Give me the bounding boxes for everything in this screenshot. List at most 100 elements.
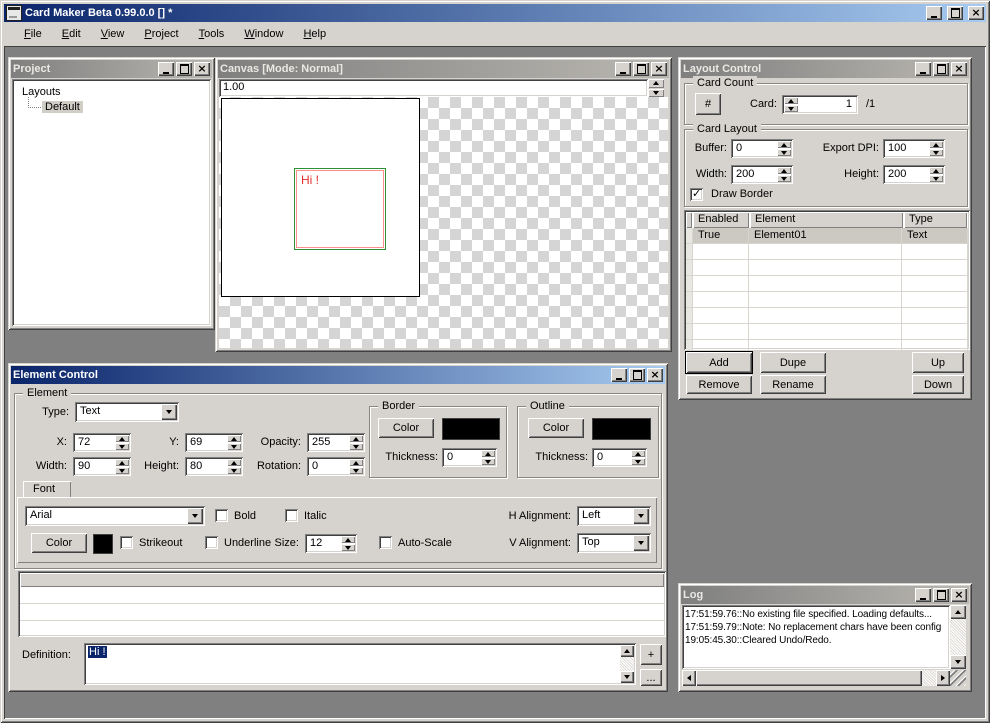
close-button[interactable]: × [951,588,967,602]
dupe-button[interactable]: Dupe [760,352,826,373]
spin-down-button[interactable] [349,467,363,474]
outline-color-swatch[interactable] [592,418,651,440]
auto-scale-checkbox[interactable] [379,536,392,549]
log-vertical-scrollbar[interactable] [950,605,966,669]
definition-listview[interactable] [18,571,666,637]
add-button[interactable]: Add [686,352,752,373]
up-button[interactable]: Up [912,352,964,373]
rotation-spinner[interactable]: 0 [307,457,365,476]
italic-checkbox[interactable] [285,509,298,522]
x-spinner[interactable]: 72 [73,433,131,452]
spin-up-button[interactable] [227,459,241,466]
maximize-button[interactable] [933,588,949,602]
definition-scrollbar[interactable] [620,645,634,683]
strikeout-checkbox[interactable] [120,536,133,549]
definition-add-button[interactable]: + [640,644,662,665]
spin-up-button[interactable] [349,435,363,442]
dropdown-arrow-icon[interactable] [187,508,203,524]
spin-down-button[interactable] [227,443,241,450]
remove-button[interactable]: Remove [686,375,752,394]
grid-header-type[interactable]: Type [904,212,967,228]
spin-up-button[interactable] [227,435,241,442]
spin-up-button[interactable] [777,167,791,174]
definition-more-button[interactable]: ... [640,669,662,686]
zoom-input[interactable]: 1.00 [219,79,648,97]
outline-color-button[interactable]: Color [528,418,584,438]
project-titlebar[interactable]: Project × [11,60,212,78]
spin-up-button[interactable] [929,167,943,174]
maximize-button[interactable] [633,62,649,76]
spin-up-button[interactable] [784,97,798,104]
spin-up-button[interactable] [341,536,355,543]
card-width-spinner[interactable]: 200 [731,165,793,184]
spin-down-button[interactable] [349,443,363,450]
scroll-up-button[interactable] [950,605,966,619]
menu-window[interactable]: Window [234,25,293,43]
down-button[interactable]: Down [912,375,964,394]
log-titlebar[interactable]: Log × [681,586,969,604]
font-family-combobox[interactable]: Arial [25,506,205,526]
card-element-outline[interactable]: Hi ! [294,168,386,250]
minimize-button[interactable] [615,62,631,76]
menu-view[interactable]: View [91,25,135,43]
zoom-spinner[interactable] [648,79,664,97]
y-spinner[interactable]: 69 [185,433,243,452]
canvas-titlebar[interactable]: Canvas [Mode: Normal] × [218,60,669,78]
outline-thickness-spinner[interactable]: 0 [592,448,647,467]
scroll-left-button[interactable] [682,670,696,686]
border-thickness-spinner[interactable]: 0 [442,448,497,467]
log-horizontal-scrollbar[interactable] [682,670,950,686]
close-button[interactable]: × [647,368,663,382]
spin-down-button[interactable] [631,458,645,465]
h-alignment-combobox[interactable]: Left [577,506,651,526]
border-color-swatch[interactable] [442,418,500,440]
grid-header-enabled[interactable]: Enabled [693,212,749,228]
tab-font[interactable]: Font [23,481,71,498]
bold-checkbox[interactable] [215,509,228,522]
maximize-button[interactable] [176,62,192,76]
font-color-button[interactable]: Color [31,533,87,553]
spin-down-button[interactable] [481,458,495,465]
font-color-swatch[interactable] [93,534,113,554]
card-number-spinner[interactable]: 1 [782,95,858,114]
minimize-button[interactable] [915,62,931,76]
spin-up-button[interactable] [115,459,129,466]
v-alignment-combobox[interactable]: Top [577,533,651,553]
menu-help[interactable]: Help [293,25,336,43]
element-height-spinner[interactable]: 80 [185,457,243,476]
spin-down-button[interactable] [648,89,664,98]
spin-up-button[interactable] [648,79,664,88]
spin-down-button[interactable] [777,149,791,156]
dropdown-arrow-icon[interactable] [633,508,649,524]
spin-up-button[interactable] [631,450,645,457]
grid-row-selected[interactable]: True Element01 Text [686,228,968,244]
spin-up-button[interactable] [929,141,943,148]
scroll-right-button[interactable] [936,670,950,686]
element-width-spinner[interactable]: 90 [73,457,131,476]
menu-tools[interactable]: Tools [189,25,235,43]
scroll-down-button[interactable] [620,671,634,683]
element-control-titlebar[interactable]: Element Control × [11,366,665,384]
scroll-down-button[interactable] [950,655,966,669]
minimize-button[interactable] [611,368,627,382]
maximize-button[interactable] [629,368,645,382]
type-combobox[interactable]: Text [75,402,179,422]
spin-up-button[interactable] [115,435,129,442]
close-button[interactable]: × [951,62,967,76]
export-dpi-spinner[interactable]: 100 [883,139,945,158]
maximize-button[interactable] [947,6,963,20]
spin-down-button[interactable] [115,467,129,474]
spin-up-button[interactable] [777,141,791,148]
spin-down-button[interactable] [784,105,798,112]
size-spinner[interactable]: 12 [305,534,357,553]
spin-down-button[interactable] [929,175,943,182]
spin-down-button[interactable] [341,544,355,551]
grid-header-element[interactable]: Element [750,212,903,228]
spin-up-button[interactable] [349,459,363,466]
close-button[interactable]: × [194,62,210,76]
rename-button[interactable]: Rename [760,375,826,394]
close-button[interactable]: × [968,6,984,20]
resize-grip[interactable] [950,670,966,686]
menu-edit[interactable]: Edit [52,25,91,43]
close-button[interactable]: × [651,62,667,76]
